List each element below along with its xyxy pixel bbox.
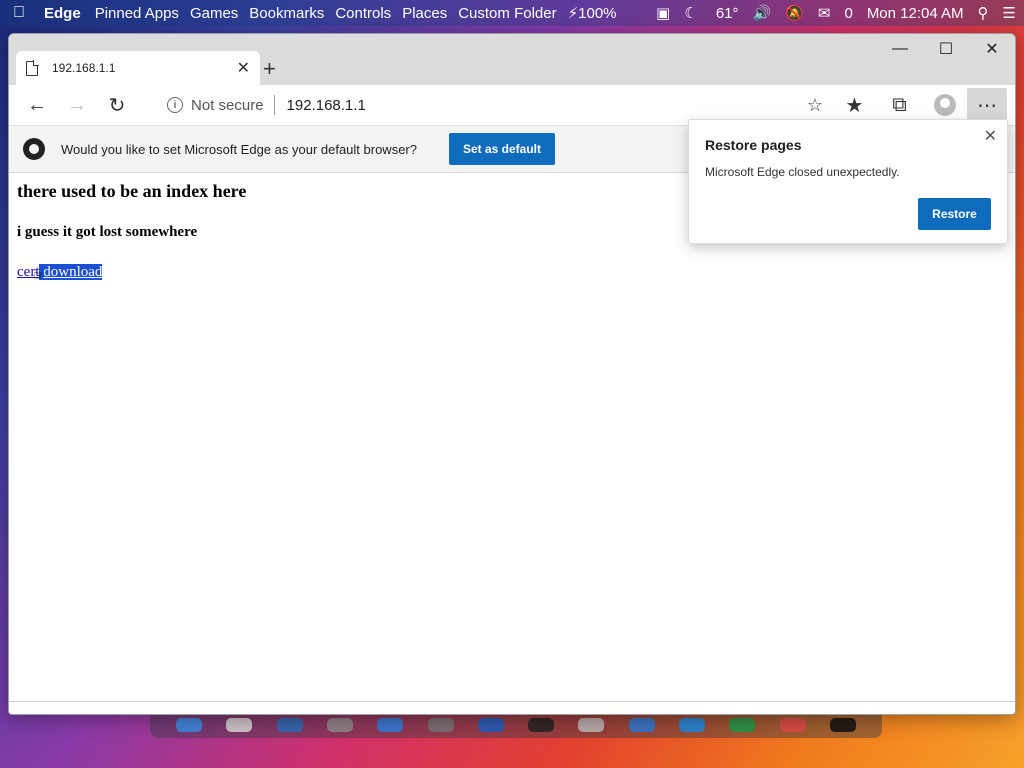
tab-strip: 192.168.1.1 ✕ + — ☐ ✕ <box>9 34 1015 85</box>
search-icon[interactable]: ⚲ <box>978 4 989 22</box>
menu-item-controls[interactable]: Controls <box>335 5 391 22</box>
refresh-icon[interactable]: ↻ <box>97 88 137 122</box>
clock[interactable]: Mon 12:04 AM <box>867 5 964 22</box>
info-icon[interactable]: i <box>167 97 183 113</box>
tab-title: 192.168.1.1 <box>52 61 116 75</box>
edge-logo-icon <box>23 138 45 160</box>
address-divider <box>273 95 275 115</box>
profile-button[interactable] <box>922 88 967 122</box>
volume-icon[interactable]: 🔊 <box>753 4 772 22</box>
control-center-icon[interactable]: ☰ <box>1003 4 1016 22</box>
url-text[interactable]: 192.168.1.1 <box>287 97 366 114</box>
notification-icon[interactable]: 🔕 <box>785 4 804 22</box>
menu-item-custom-folder[interactable]: Custom Folder <box>458 5 556 22</box>
page-icon <box>26 60 39 76</box>
link-group: cert download <box>17 264 103 281</box>
display-icon[interactable]: ▣ <box>656 4 670 22</box>
status-divider <box>9 701 1015 702</box>
back-icon[interactable]: ← <box>17 88 57 122</box>
battery-percent: 100% <box>578 5 617 22</box>
infobar-message: Would you like to set Microsoft Edge as … <box>61 141 417 157</box>
forward-icon[interactable]: → <box>57 88 97 122</box>
dock-app-icon[interactable] <box>729 718 756 732</box>
dock-app-icon[interactable] <box>829 718 856 732</box>
dock-app-icon[interactable] <box>176 718 203 732</box>
avatar-icon <box>933 94 956 116</box>
dock-app-icon[interactable] <box>427 718 454 732</box>
more-options-icon[interactable]: ⋯ <box>967 88 1007 122</box>
apple-icon[interactable]:  <box>8 4 30 22</box>
restore-button[interactable]: Restore <box>918 198 991 230</box>
dock-app-icon[interactable] <box>578 718 605 732</box>
mail-status[interactable]: ✉ 0 <box>818 4 853 22</box>
dock-app-icon[interactable] <box>779 718 806 732</box>
maximize-icon[interactable]: ☐ <box>923 34 969 64</box>
page-subheading: i guess it got lost somewhere <box>17 224 198 240</box>
popup-title: Restore pages <box>705 137 802 153</box>
window-controls: — ☐ ✕ <box>877 34 1015 64</box>
menu-bar:  Edge Pinned Apps Games Bookmarks Contr… <box>0 0 1024 26</box>
menu-item-places[interactable]: Places <box>402 5 447 22</box>
favorite-star-icon[interactable]: ☆ <box>807 95 823 116</box>
download-link[interactable]: download <box>43 264 103 280</box>
dock-app-icon[interactable] <box>326 718 353 732</box>
dock-app-icon[interactable] <box>477 718 504 732</box>
hand-cursor-icon: ☞ <box>33 267 46 283</box>
set-default-button[interactable]: Set as default <box>449 133 555 165</box>
restore-pages-popup: Restore pages Microsoft Edge closed unex… <box>688 119 1008 244</box>
dock-app-icon[interactable] <box>226 718 253 732</box>
mail-count: 0 <box>844 5 853 22</box>
page-heading: there used to be an index here <box>17 181 247 201</box>
weather-status[interactable]: ☾ 61° <box>684 4 738 22</box>
address-bar[interactable]: i Not secure 192.168.1.1 ☆ <box>155 89 831 121</box>
tab-active[interactable]: 192.168.1.1 ✕ <box>16 51 260 85</box>
collections-icon[interactable]: ⧉ <box>877 88 922 122</box>
battery-status[interactable]: ⚡100% <box>568 4 617 22</box>
menu-item-games[interactable]: Games <box>190 5 238 22</box>
weather-temp: 61° <box>715 5 739 22</box>
popup-message: Microsoft Edge closed unexpectedly. <box>705 165 900 179</box>
window-close-icon[interactable]: ✕ <box>969 34 1015 64</box>
minimize-icon[interactable]: — <box>877 34 923 64</box>
security-status[interactable]: Not secure <box>191 97 264 114</box>
tab-close-icon[interactable]: ✕ <box>237 58 250 78</box>
dock-app-icon[interactable] <box>678 718 705 732</box>
dock-app-icon[interactable] <box>377 718 404 732</box>
page-content: there used to be an index here i guess i… <box>9 174 1015 704</box>
dock-app-icon[interactable] <box>276 718 303 732</box>
new-tab-icon[interactable]: + <box>263 56 276 82</box>
popup-close-icon[interactable]: ✕ <box>984 126 997 146</box>
menu-item-pinned-apps[interactable]: Pinned Apps <box>95 5 179 22</box>
favorites-icon[interactable]: ★ <box>832 88 877 122</box>
dock-app-icon[interactable] <box>628 718 655 732</box>
dock-app-icon[interactable] <box>528 718 555 732</box>
menu-item-bookmarks[interactable]: Bookmarks <box>249 5 324 22</box>
menu-app-name[interactable]: Edge <box>44 5 81 22</box>
